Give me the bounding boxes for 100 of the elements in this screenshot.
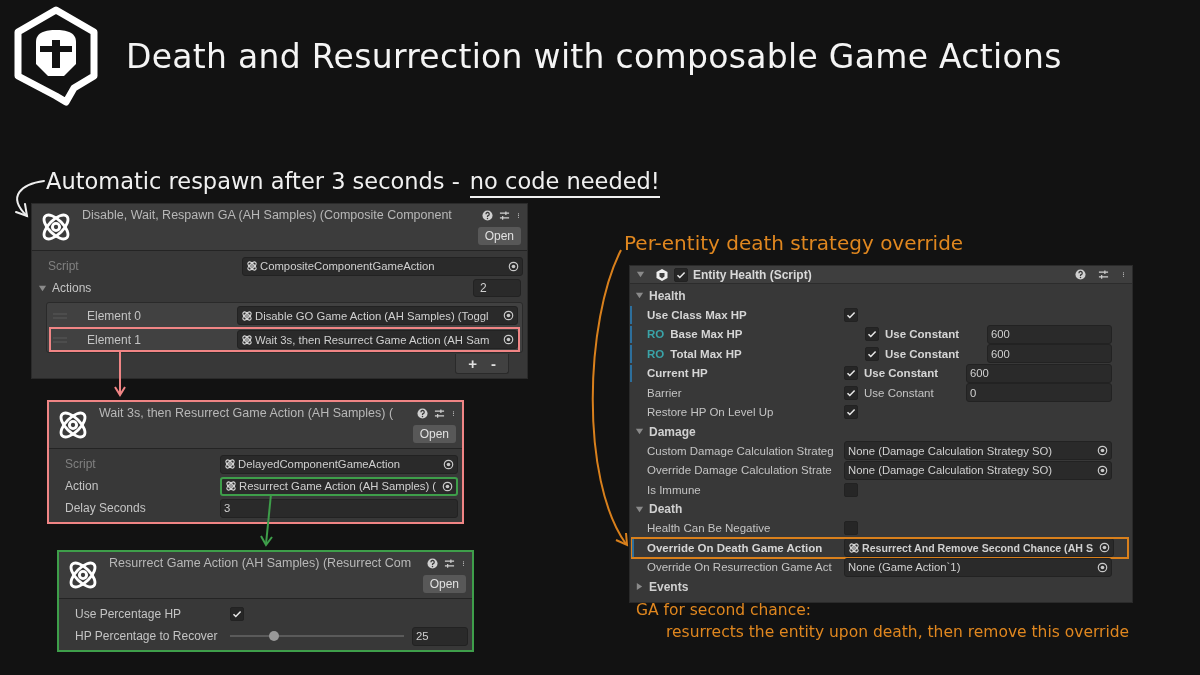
annotation-text: no code needed! — [469, 168, 660, 198]
field-label: Health Can Be Negative — [647, 522, 771, 535]
option-label: Use Constant — [885, 328, 961, 341]
field-label: Delay Seconds — [65, 501, 147, 515]
field-label: Script — [48, 259, 80, 273]
object-picker-icon[interactable] — [1097, 445, 1108, 457]
expand-triangle-icon[interactable] — [635, 291, 644, 300]
field-label: Use Percentage HP — [75, 607, 183, 621]
field-label: Action — [65, 479, 100, 493]
panel-title: Disable, Wait, Respawn GA (AH Samples) (Composite Component — [82, 208, 453, 222]
checkbox[interactable] — [844, 521, 858, 536]
number-field[interactable]: 25 — [412, 626, 468, 646]
menu-icon[interactable] — [1121, 269, 1126, 280]
object-field[interactable]: Resurrect Game Action (AH Samples) ( — [220, 476, 458, 496]
section-header[interactable]: Events — [649, 579, 689, 594]
checkbox[interactable] — [844, 385, 858, 400]
object-field[interactable]: None (Damage Calculation Strategy SO) — [844, 441, 1112, 461]
connector-arrow — [114, 350, 126, 397]
checkmark-icon — [232, 609, 242, 619]
help-icon[interactable] — [417, 407, 428, 419]
field-value: None (Damage Calculation Strategy SO) — [848, 444, 1054, 457]
object-field[interactable]: Resurrect And Remove Second Chance (AH S — [844, 538, 1114, 558]
field-label: Custom Damage Calculation Strateg — [647, 444, 834, 457]
checkbox[interactable] — [844, 405, 858, 420]
settings-icon[interactable] — [444, 557, 455, 569]
help-icon[interactable] — [427, 557, 438, 569]
number-field[interactable]: 3 — [220, 498, 458, 518]
annotation-text: resurrects the entity upon death, then remove this override — [666, 623, 1130, 641]
object-picker-icon[interactable] — [503, 334, 514, 345]
panel-title: Wait 3s, then Resurrect Game Action (AH Samples) ( — [99, 406, 395, 420]
field-label: Barrier — [647, 386, 682, 399]
checkbox[interactable] — [230, 607, 244, 621]
option-label: Use Constant — [864, 367, 940, 380]
field-label: Override Damage Calculation Strate — [647, 464, 832, 477]
checkbox[interactable] — [844, 366, 858, 381]
number-field[interactable]: 600 — [966, 363, 1112, 383]
section-header[interactable]: Death — [649, 502, 683, 516]
open-button[interactable]: Open — [477, 227, 521, 245]
settings-icon[interactable] — [1098, 269, 1109, 280]
page-title: Death and Resurrection with composable Game Actions — [126, 36, 1062, 76]
settings-icon[interactable] — [499, 209, 510, 221]
expand-triangle-icon[interactable] — [635, 582, 644, 591]
checkbox[interactable] — [674, 267, 688, 282]
object-field[interactable]: Disable GO Game Action (AH Samples) (Toggl — [237, 306, 518, 325]
field-value: None (Damage Calculation Strategy SO) — [848, 464, 1054, 477]
atom-icon — [241, 309, 253, 322]
slider-thumb[interactable] — [268, 631, 279, 641]
add-button[interactable]: + — [462, 355, 483, 372]
object-picker-icon[interactable] — [503, 310, 514, 321]
read-only-tag: RO — [647, 328, 665, 341]
remove-button[interactable]: - — [485, 355, 502, 372]
field-label: Restore HP On Level Up — [647, 406, 774, 419]
open-button[interactable]: Open — [422, 575, 466, 593]
element-label: Element 1 — [87, 332, 143, 347]
list-label: Actions — [52, 281, 93, 295]
connector-arrow — [260, 493, 273, 547]
expand-triangle-icon[interactable] — [635, 427, 644, 436]
component-title: Entity Health (Script) — [693, 267, 813, 282]
expand-triangle-icon[interactable] — [38, 283, 47, 293]
expand-triangle-icon[interactable] — [636, 270, 645, 279]
section-header[interactable]: Damage — [649, 424, 696, 439]
settings-icon[interactable] — [434, 407, 445, 419]
field-value: Resurrect Game Action (AH Samples) ( — [239, 480, 438, 492]
checkmark-icon — [846, 368, 856, 379]
object-field[interactable]: Wait 3s, then Resurrect Game Action (AH Sam — [237, 330, 518, 349]
open-button[interactable]: Open — [412, 425, 456, 443]
section-header[interactable]: Health — [649, 288, 686, 303]
panel-title: Resurrect Game Action (AH Samples) (Resurrect Com — [109, 556, 413, 570]
object-picker-icon[interactable] — [442, 480, 453, 492]
object-field[interactable]: None (Damage Calculation Strategy SO) — [844, 460, 1112, 480]
object-picker-icon[interactable] — [1097, 561, 1108, 573]
field-label: Override On Death Game Action — [647, 541, 823, 554]
field-label: HP Percentage to Recover — [75, 629, 219, 643]
element-label: Element 0 — [87, 308, 143, 323]
slider[interactable] — [230, 629, 404, 643]
checkmark-icon — [867, 348, 877, 359]
checkmark-icon — [867, 329, 877, 340]
field-label: Use Class Max HP — [647, 308, 747, 321]
expand-triangle-icon[interactable] — [635, 504, 644, 514]
checkmark-icon — [676, 269, 686, 280]
curved-arrow — [15, 180, 45, 218]
object-picker-icon[interactable] — [1097, 464, 1108, 476]
object-picker-icon[interactable] — [508, 260, 519, 272]
field-label: Script — [65, 457, 97, 471]
option-label: Use Constant — [864, 386, 935, 399]
field-value: None (Game Action`1) — [848, 561, 962, 574]
field-value: Wait 3s, then Resurrect Game Action (AH Sam — [255, 333, 491, 346]
field-value: DelayedComponentGameAction — [238, 458, 401, 470]
annotation-text: Per-entity death strategy override — [624, 231, 964, 255]
object-picker-icon[interactable] — [1099, 542, 1110, 554]
object-picker-icon[interactable] — [443, 458, 454, 470]
help-icon[interactable] — [1075, 269, 1086, 280]
field-value: Disable GO Game Action (AH Samples) (Toggl — [255, 309, 490, 322]
field-value: Resurrect And Remove Second Chance (AH S — [862, 541, 1094, 554]
annotation-text: GA for second chance: — [636, 601, 812, 619]
number-field[interactable]: 0 — [966, 383, 1112, 403]
checkmark-icon — [846, 387, 856, 398]
count-field[interactable]: 2 — [473, 279, 521, 297]
checkbox[interactable] — [844, 307, 858, 322]
help-icon[interactable] — [482, 209, 493, 221]
